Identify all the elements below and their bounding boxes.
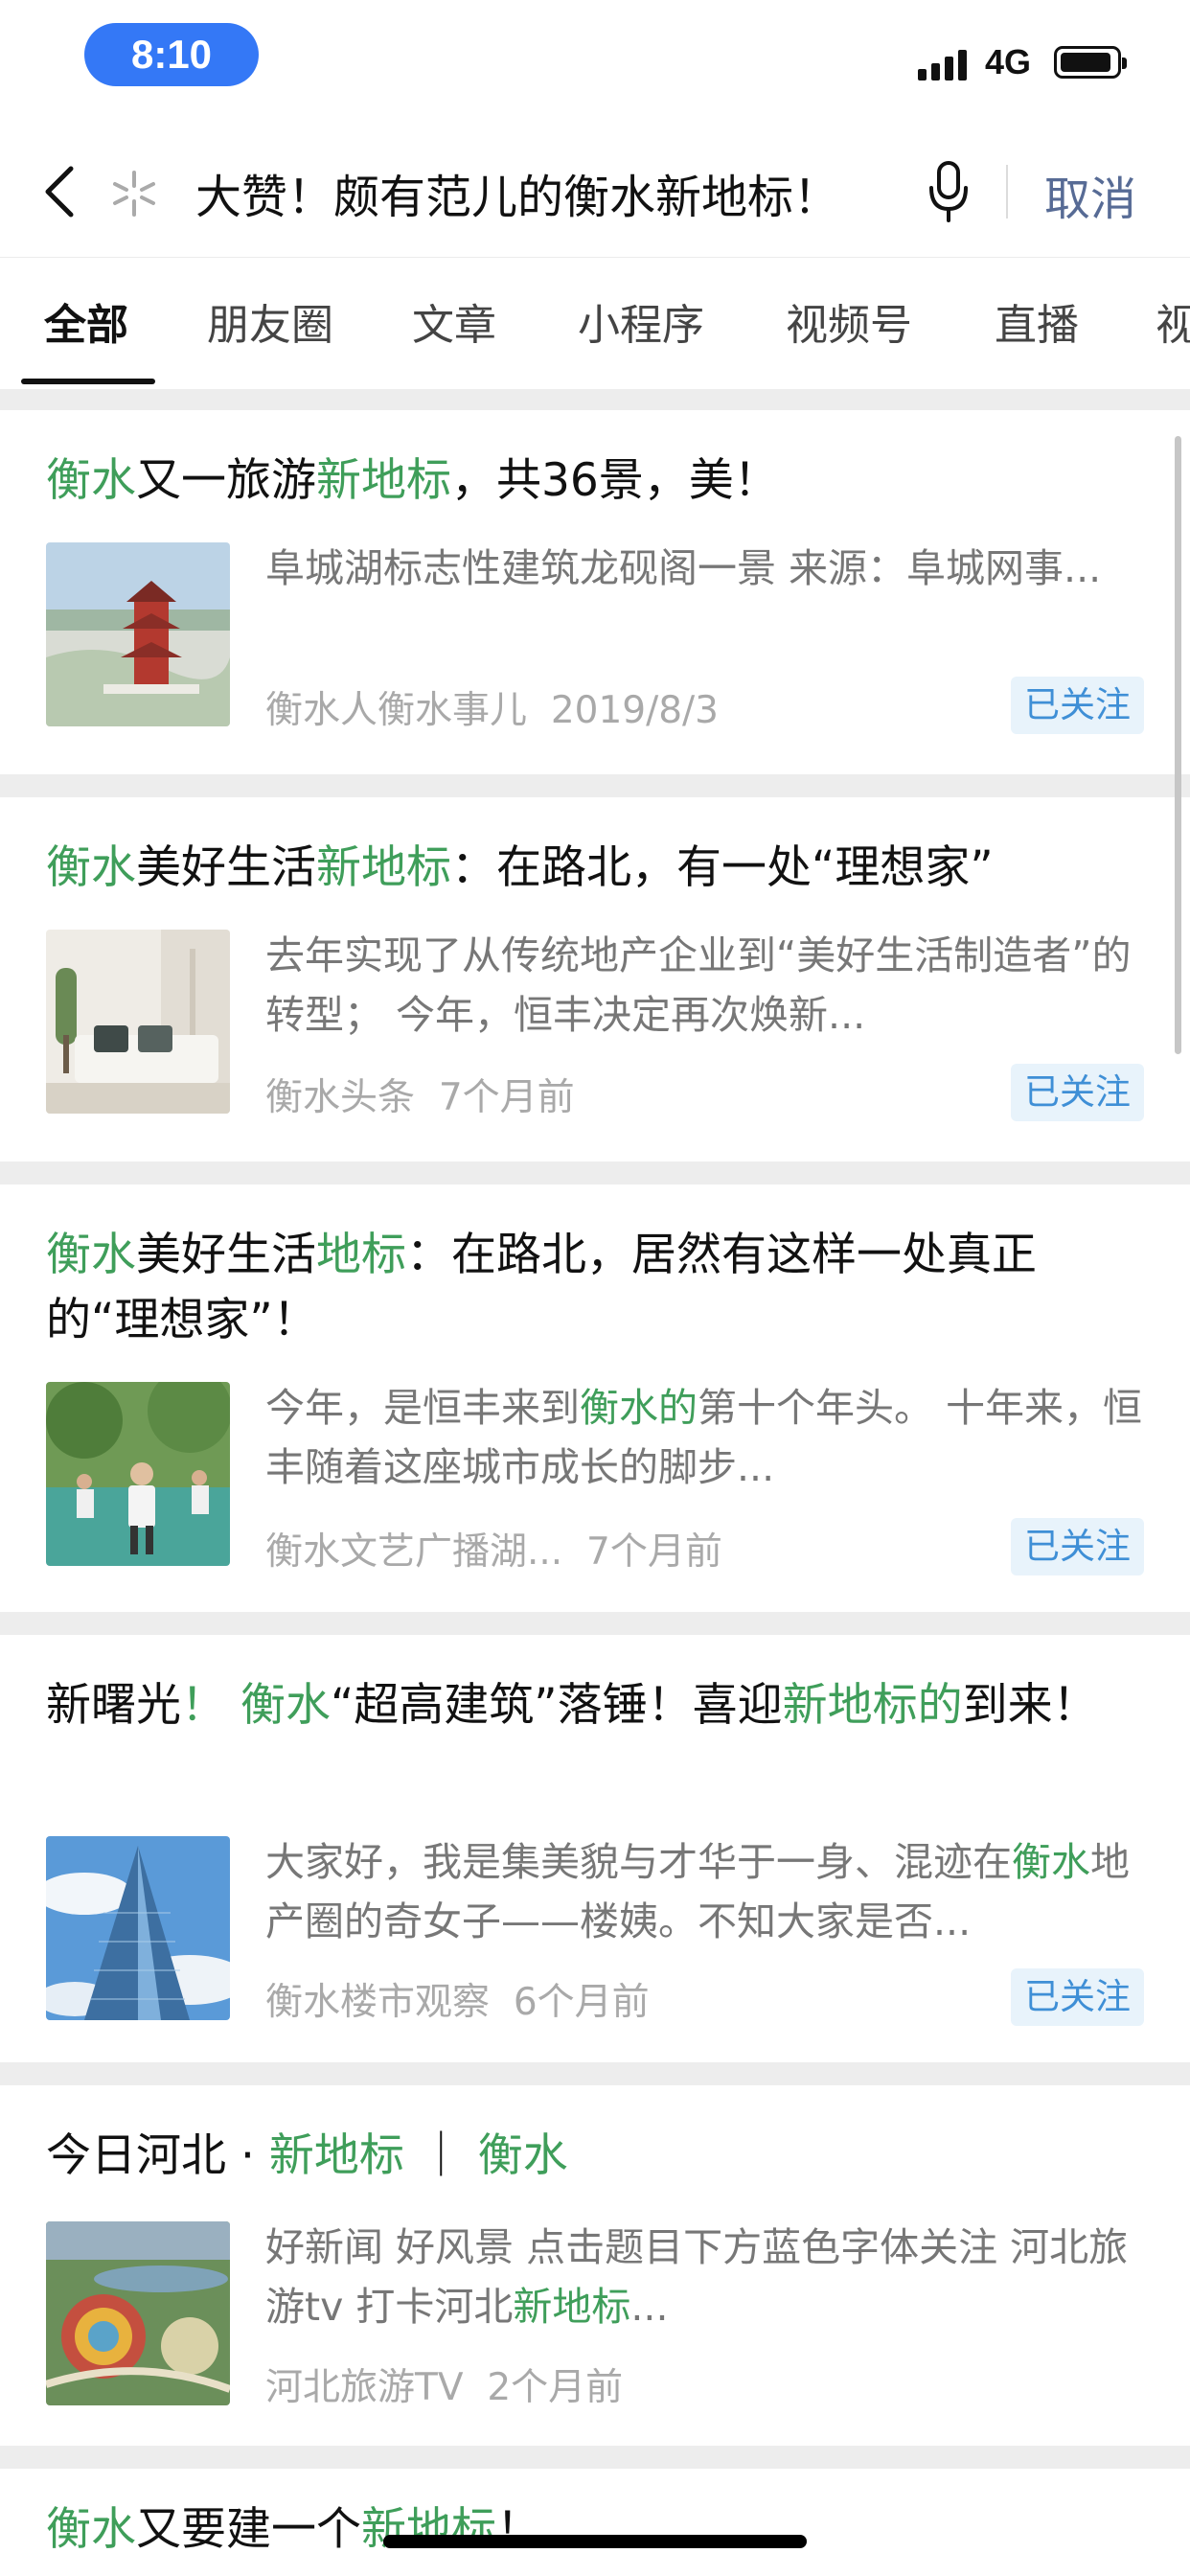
status-time[interactable]: 8:10 [84, 23, 259, 86]
back-arrow-icon[interactable] [38, 163, 86, 220]
skyscraper-thumbnail [46, 1836, 230, 2020]
cellular-signal-icon [918, 46, 967, 80]
search-input[interactable]: 大赞！颇有范儿的衡水新地标！ [195, 159, 885, 226]
result-source[interactable]: 河北旅游TV [265, 2366, 464, 2409]
cancel-button[interactable]: 取消 [1044, 161, 1136, 228]
followed-badge: 已关注 [1011, 677, 1144, 734]
battery-icon [1054, 46, 1127, 79]
search-sparkle-icon [113, 171, 155, 217]
tab-all[interactable]: 全部 [44, 290, 128, 352]
microphone-icon[interactable] [925, 157, 973, 226]
followed-badge: 已关注 [1011, 1968, 1144, 2026]
status-bar: 8:10 4G [0, 0, 1190, 125]
result-card[interactable]: 新曙光！ 衡水“超高建筑”落锤！喜迎新地标的到来！ 大家好，我是集美貌与才华于一… [0, 1635, 1190, 2062]
result-time: 2019/8/3 [550, 689, 719, 732]
result-time: 7个月前 [586, 1530, 722, 1574]
followed-badge: 已关注 [1011, 1518, 1144, 1576]
result-time: 7个月前 [438, 1076, 575, 1119]
result-title[interactable]: 今日河北 · 新地标 ｜ 衡水 [46, 2124, 1148, 2189]
result-time: 2个月前 [487, 2366, 624, 2409]
result-title[interactable]: 衡水又要建一个新地标！ [46, 2497, 1148, 2563]
result-snippet: 好新闻 好风景 点击题目下方蓝色字体关注 河北旅游tv 打卡河北新地标... [265, 2224, 1129, 2330]
result-card[interactable]: 衡水美好生活地标：在路北，居然有这样一处真正的“理想家”！ 今年，是恒丰来到衡水… [0, 1184, 1190, 1612]
tab-video[interactable]: 视 [1156, 290, 1190, 352]
result-time: 6个月前 [513, 1981, 650, 2024]
divider [1006, 165, 1008, 218]
result-meta: 河北旅游TV 2个月前 [265, 2358, 623, 2411]
home-indicator[interactable] [383, 2535, 807, 2548]
result-title[interactable]: 衡水又一旅游新地标，共36景，美！ [46, 448, 1148, 514]
followed-badge: 已关注 [1011, 1064, 1144, 1121]
living-room-thumbnail [46, 930, 230, 1114]
result-meta: 衡水文艺广播湖... 7个月前 [265, 1522, 722, 1576]
scrollbar[interactable] [1175, 436, 1181, 1054]
result-card[interactable]: 衡水又一旅游新地标，共36景，美！ 阜城湖标志性建筑龙砚阁一景 来源：阜城网事.… [0, 410, 1190, 774]
result-source[interactable]: 衡水楼市观察 [265, 1981, 490, 2024]
tab-moments[interactable]: 朋友圈 [207, 290, 333, 352]
result-source[interactable]: 衡水头条 [265, 1076, 415, 1119]
tab-channels[interactable]: 视频号 [786, 290, 912, 352]
pavilion-thumbnail [46, 542, 230, 726]
active-tab-indicator [21, 379, 155, 384]
result-title[interactable]: 衡水美好生活地标：在路北，居然有这样一处真正的“理想家”！ [46, 1223, 1148, 1353]
result-source[interactable]: 衡水文艺广播湖... [265, 1530, 562, 1574]
search-bar: 大赞！颇有范儿的衡水新地标！ 取消 [0, 125, 1190, 257]
result-meta: 衡水楼市观察 6个月前 [265, 1972, 650, 2026]
filter-tabs: 全部 朋友圈 文章 小程序 视频号 直播 视 [0, 257, 1190, 389]
result-meta: 衡水头条 7个月前 [265, 1068, 575, 1121]
children-running-thumbnail [46, 1382, 230, 1566]
result-title[interactable]: 新曙光！ 衡水“超高建筑”落锤！喜迎新地标的到来！ [46, 1673, 1148, 1738]
result-snippet: 大家好，我是集美貌与才华于一身、混迹在衡水地产圈的奇女子——楼姨。不知大家是否.… [265, 1839, 1130, 1944]
result-meta: 衡水人衡水事儿 2019/8/3 [265, 680, 719, 734]
result-card[interactable]: 今日河北 · 新地标 ｜ 衡水 好新闻 好风景 点击题目下方蓝色字体关注 河北旅… [0, 2085, 1190, 2446]
network-type: 4G [985, 42, 1032, 81]
result-card[interactable]: 衡水美好生活新地标：在路北，有一处“理想家” 去年实现了从传统地产企业到“美好生… [0, 797, 1190, 1162]
result-snippet: 去年实现了从传统地产企业到“美好生活制造者”的转型； 今年，恒丰决定再次焕新..… [265, 932, 1132, 1038]
tab-mini-programs[interactable]: 小程序 [578, 290, 704, 352]
tab-articles[interactable]: 文章 [412, 290, 496, 352]
tab-live[interactable]: 直播 [995, 290, 1079, 352]
result-source[interactable]: 衡水人衡水事儿 [265, 689, 527, 732]
aerial-park-thumbnail [46, 2221, 230, 2405]
result-title[interactable]: 衡水美好生活新地标：在路北，有一处“理想家” [46, 836, 1148, 901]
result-snippet: 今年，是恒丰来到衡水的第十个年头。 十年来，恒丰随着这座城市成长的脚步... [265, 1385, 1143, 1490]
result-card[interactable]: 衡水又要建一个新地标！ [0, 2469, 1190, 2576]
result-snippet: 阜城湖标志性建筑龙砚阁一景 来源：阜城网事... [265, 545, 1102, 591]
